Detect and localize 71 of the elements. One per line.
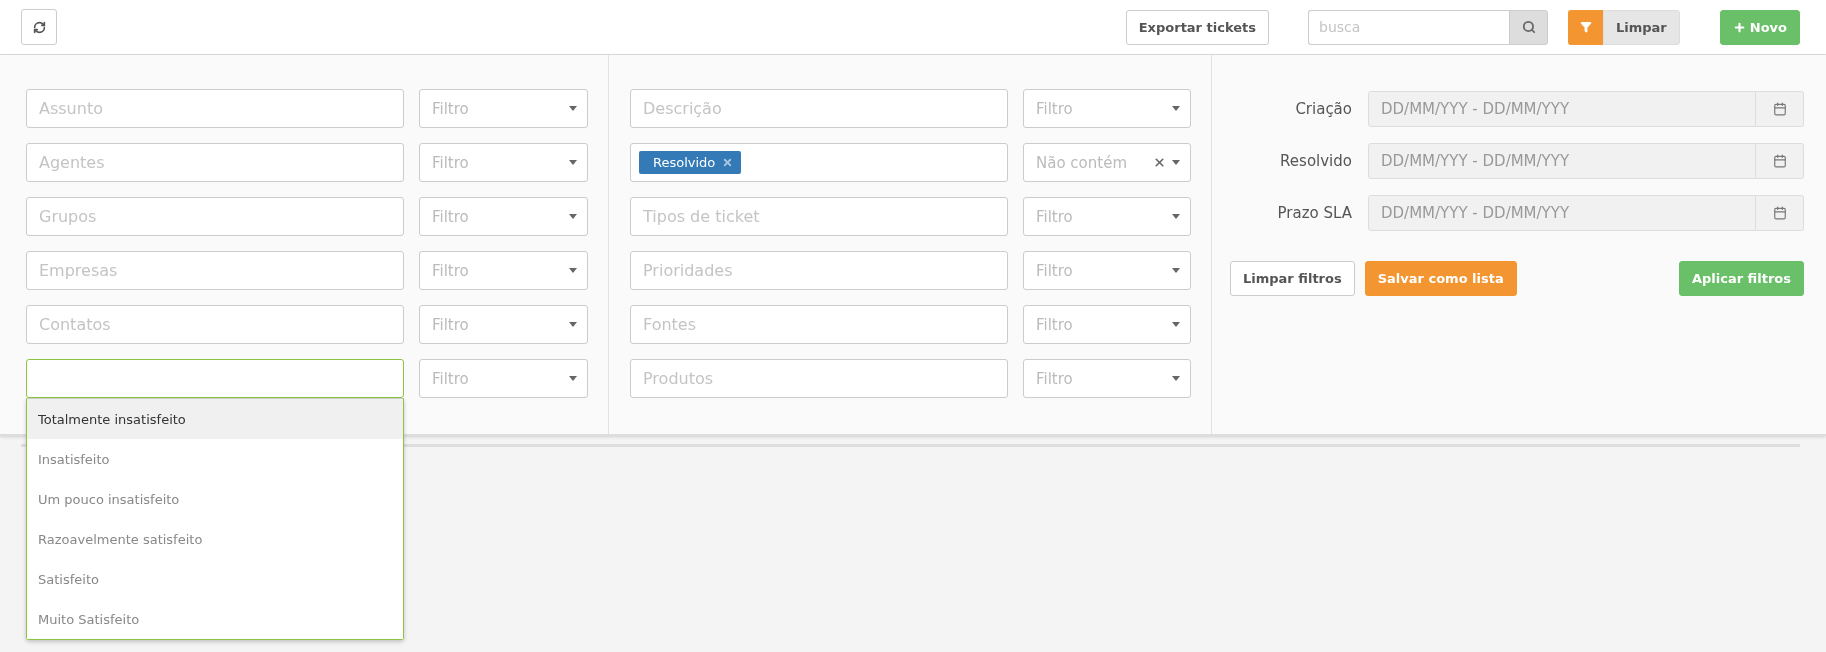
text-field[interactable]: Produtos bbox=[630, 359, 1008, 398]
filter-select[interactable]: Filtro bbox=[419, 143, 588, 182]
caret-icon bbox=[1172, 268, 1180, 273]
search-field[interactable]: busca bbox=[1308, 9, 1509, 45]
dropdown-option[interactable]: Totalmente insatisfeito bbox=[27, 399, 403, 439]
text-field[interactable]: Prioridades bbox=[630, 251, 1008, 290]
clear-filters-button[interactable]: Limpar filtros bbox=[1230, 261, 1355, 296]
dropdown-option[interactable]: Um pouco insatisfeito bbox=[27, 479, 403, 519]
filter-select[interactable]: Filtro bbox=[1023, 359, 1191, 398]
caret-icon bbox=[569, 160, 577, 165]
caret-icon bbox=[1172, 376, 1180, 381]
remove-icon[interactable] bbox=[722, 157, 734, 168]
search-icon bbox=[1521, 20, 1536, 34]
funnel-icon bbox=[1579, 21, 1592, 33]
clear-icon[interactable] bbox=[1153, 156, 1166, 169]
text-field[interactable]: Contatos bbox=[26, 305, 404, 344]
export-button[interactable]: Exportar tickets bbox=[1125, 9, 1269, 45]
apply-filters-button[interactable]: Aplicar filtros bbox=[1678, 261, 1804, 296]
date-label: Criação bbox=[1294, 100, 1352, 118]
filter-select[interactable]: Filtro bbox=[1023, 305, 1191, 344]
filter-select[interactable]: Filtro bbox=[419, 305, 588, 344]
caret-icon bbox=[569, 268, 577, 273]
text-field[interactable]: Fontes bbox=[630, 305, 1008, 344]
text-field[interactable]: Assunto bbox=[26, 89, 404, 128]
filter-select[interactable]: Filtro bbox=[1023, 197, 1191, 236]
search-button[interactable] bbox=[1509, 9, 1548, 45]
filter-button[interactable] bbox=[1568, 9, 1603, 45]
clear-button[interactable]: Limpar bbox=[1603, 9, 1680, 45]
text-field[interactable]: Agentes bbox=[26, 143, 404, 182]
caret-icon bbox=[1172, 160, 1180, 165]
dropdown-option[interactable]: Razoavelmente satisfeito bbox=[27, 519, 403, 559]
caret-icon bbox=[569, 376, 577, 381]
calendar-icon bbox=[1772, 206, 1787, 220]
filter-select[interactable]: Filtro bbox=[1023, 89, 1191, 128]
filter-select[interactable]: Filtro bbox=[419, 89, 588, 128]
caret-icon bbox=[569, 106, 577, 111]
plus-icon bbox=[1732, 20, 1746, 34]
dropdown-option[interactable]: Insatisfeito bbox=[27, 439, 403, 479]
caret-icon bbox=[1172, 106, 1180, 111]
caret-icon bbox=[569, 322, 577, 327]
caret-icon bbox=[569, 214, 577, 219]
text-field[interactable]: Tipos de ticket bbox=[630, 197, 1008, 236]
filter-select[interactable]: Filtro bbox=[419, 251, 588, 290]
filter-select[interactable]: Filtro bbox=[419, 197, 588, 236]
calendar-icon bbox=[1772, 154, 1787, 168]
calendar-icon bbox=[1772, 102, 1787, 116]
dropdown-option[interactable]: Satisfeito bbox=[27, 559, 403, 599]
calendar-button[interactable] bbox=[1756, 143, 1804, 179]
tag-field[interactable]: Resolvido bbox=[630, 143, 1008, 182]
refresh-button[interactable] bbox=[21, 9, 57, 45]
caret-icon bbox=[1172, 322, 1180, 327]
text-field[interactable]: Descrição bbox=[630, 89, 1008, 128]
date-range-field[interactable]: DD/MM/YYY - DD/MM/YYY bbox=[1368, 143, 1756, 179]
refresh-icon bbox=[32, 20, 46, 34]
calendar-button[interactable] bbox=[1756, 91, 1804, 127]
select-field[interactable] bbox=[26, 359, 404, 398]
tag: Resolvido bbox=[639, 151, 742, 174]
text-field[interactable]: Empresas bbox=[26, 251, 404, 290]
date-label: Prazo SLA bbox=[1276, 204, 1352, 222]
calendar-button[interactable] bbox=[1756, 195, 1804, 231]
dropdown-option[interactable]: Muito Satisfeito bbox=[27, 599, 403, 639]
save-list-button[interactable]: Salvar como lista bbox=[1364, 261, 1517, 296]
date-range-field[interactable]: DD/MM/YYY - DD/MM/YYY bbox=[1368, 195, 1756, 231]
date-label: Resolvido bbox=[1279, 152, 1352, 170]
filter-select[interactable]: Filtro bbox=[419, 359, 588, 398]
text-field[interactable]: Grupos bbox=[26, 197, 404, 236]
filter-select[interactable]: Filtro bbox=[1023, 251, 1191, 290]
filter-select[interactable]: Não contém bbox=[1023, 143, 1191, 182]
new-button[interactable]: Novo bbox=[1719, 9, 1800, 45]
caret-icon bbox=[1172, 214, 1180, 219]
date-range-field[interactable]: DD/MM/YYY - DD/MM/YYY bbox=[1368, 91, 1756, 127]
